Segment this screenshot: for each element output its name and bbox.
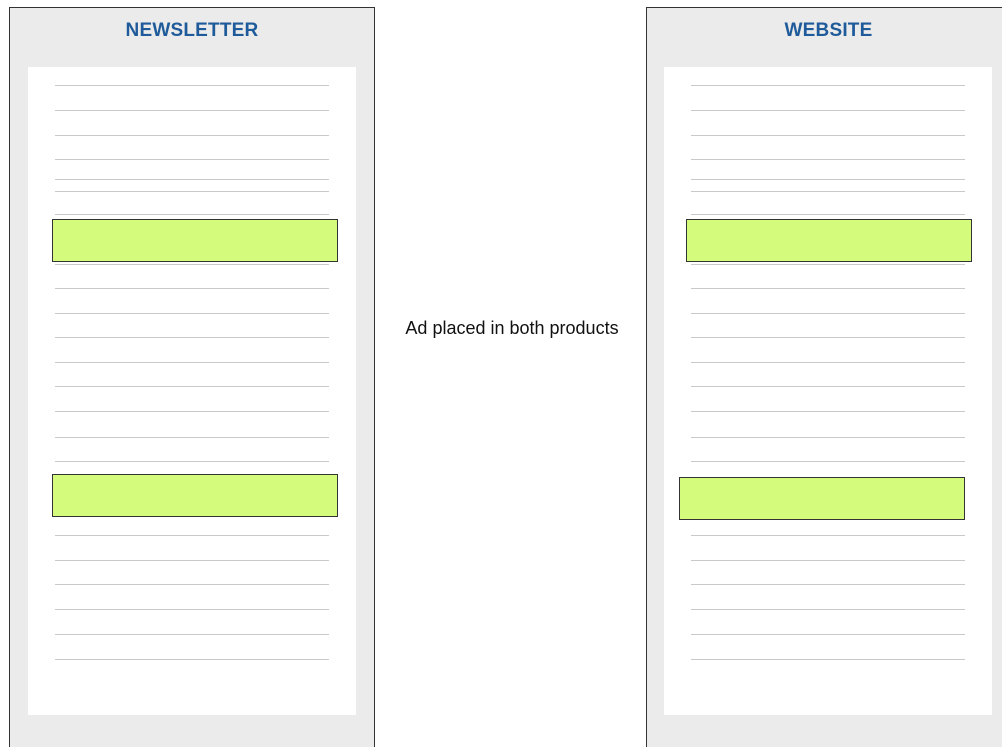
website-text-line — [691, 313, 965, 314]
newsletter-text-line — [55, 135, 329, 136]
website-text-line — [691, 659, 965, 660]
website-text-line — [691, 159, 965, 160]
newsletter-text-line — [55, 437, 329, 438]
website-text-line — [691, 584, 965, 585]
caption: Ad placed in both products — [405, 318, 619, 338]
newsletter-text-line — [55, 362, 329, 363]
website-text-line — [691, 634, 965, 635]
newsletter-text-line — [55, 85, 329, 86]
website-text-line — [691, 264, 965, 265]
newsletter-text-line — [55, 584, 329, 585]
website-text-line — [691, 214, 965, 215]
newsletter-text-line — [55, 179, 329, 180]
website-text-line — [691, 135, 965, 136]
website-text-line — [691, 560, 965, 561]
website-text-line — [691, 411, 965, 412]
newsletter-text-line — [55, 313, 329, 314]
website-ad-block — [679, 477, 965, 520]
website-text-line — [691, 609, 965, 610]
newsletter-page — [28, 67, 356, 715]
newsletter-text-line — [55, 634, 329, 635]
newsletter-panel: NEWSLETTER — [9, 7, 375, 747]
website-text-line — [691, 191, 965, 192]
website-text-line — [691, 110, 965, 111]
newsletter-text-line — [55, 191, 329, 192]
website-page — [664, 67, 992, 715]
newsletter-ad-block — [52, 474, 338, 517]
website-text-line — [691, 288, 965, 289]
website-text-line — [691, 362, 965, 363]
newsletter-ad-block — [52, 219, 338, 262]
website-text-line — [691, 461, 965, 462]
website-text-line — [691, 85, 965, 86]
newsletter-title: NEWSLETTER — [125, 20, 259, 41]
newsletter-text-line — [55, 560, 329, 561]
newsletter-text-line — [55, 110, 329, 111]
website-text-line — [691, 535, 965, 536]
website-text-line — [691, 179, 965, 180]
newsletter-text-line — [55, 337, 329, 338]
website-title: WEBSITE — [784, 20, 873, 41]
website-panel: WEBSITE — [646, 7, 1002, 747]
newsletter-text-line — [55, 659, 329, 660]
newsletter-text-line — [55, 386, 329, 387]
newsletter-text-line — [55, 214, 329, 215]
newsletter-text-line — [55, 264, 329, 265]
website-text-line — [691, 337, 965, 338]
newsletter-text-line — [55, 609, 329, 610]
website-ad-block — [686, 219, 972, 262]
newsletter-text-line — [55, 535, 329, 536]
website-text-line — [691, 386, 965, 387]
newsletter-text-line — [55, 411, 329, 412]
newsletter-text-line — [55, 159, 329, 160]
website-text-line — [691, 437, 965, 438]
newsletter-text-line — [55, 461, 329, 462]
newsletter-text-line — [55, 288, 329, 289]
